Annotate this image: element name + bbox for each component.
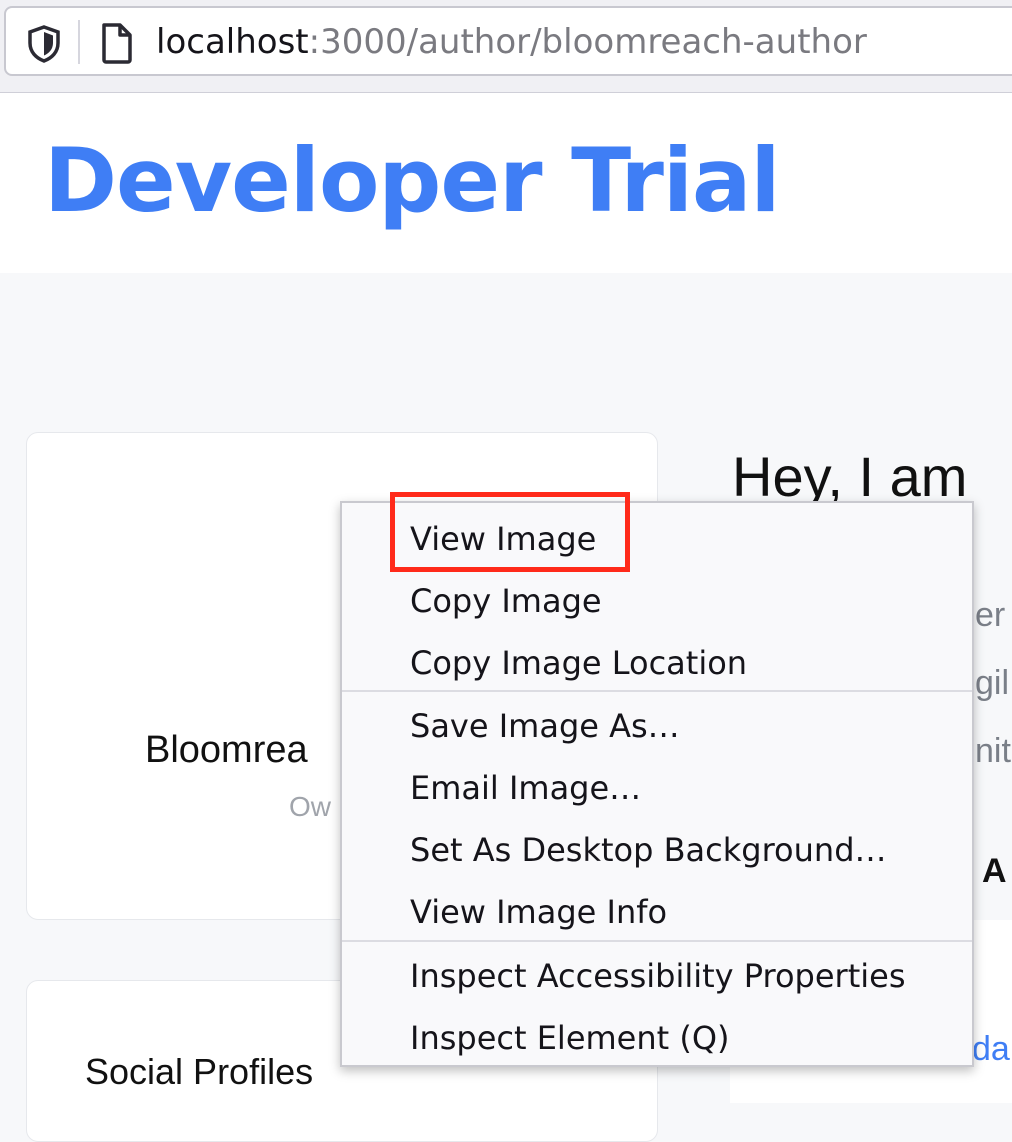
menu-separator: [342, 940, 972, 942]
page-icon[interactable]: [100, 22, 134, 68]
context-menu: View Image Copy Image Copy Image Locatio…: [340, 501, 974, 1067]
browser-toolbar: localhost:3000/author/bloomreach-author: [0, 0, 1012, 93]
bio-text-fragment: nit: [975, 732, 1011, 770]
site-header: Developer Trial: [0, 93, 1012, 273]
highlight-box: [390, 492, 630, 572]
menu-item-view-image-info[interactable]: View Image Info: [410, 884, 667, 940]
author-name: Bloomrea: [145, 729, 308, 771]
brand-logo-text[interactable]: Developer Trial: [44, 131, 781, 231]
author-greeting: Hey, I am: [732, 445, 968, 508]
menu-item-inspect-accessibility[interactable]: Inspect Accessibility Properties: [410, 948, 906, 1004]
shield-icon[interactable]: [26, 24, 62, 68]
url-bar-separator: [78, 20, 80, 64]
menu-item-set-desktop-background[interactable]: Set As Desktop Background…: [410, 822, 887, 878]
menu-separator: [342, 690, 972, 692]
url-text[interactable]: localhost:3000/author/bloomreach-author: [156, 20, 867, 64]
section-heading-fragment: A: [982, 852, 1007, 890]
author-role: Ow: [289, 791, 331, 822]
social-profiles-title: Social Profiles: [85, 1051, 314, 1092]
article-link-fragment[interactable]: da: [972, 1030, 1010, 1069]
url-host: localhost: [156, 22, 309, 62]
menu-item-email-image[interactable]: Email Image…: [410, 760, 641, 816]
menu-item-copy-image-location[interactable]: Copy Image Location: [410, 635, 747, 691]
menu-item-inspect-element[interactable]: Inspect Element (Q): [410, 1010, 730, 1066]
bio-text-fragment: gil: [975, 664, 1010, 702]
menu-item-copy-image[interactable]: Copy Image: [410, 573, 602, 629]
url-bar[interactable]: localhost:3000/author/bloomreach-author: [4, 6, 1012, 76]
url-path: :3000/author/bloomreach-author: [308, 22, 867, 62]
menu-item-save-image-as[interactable]: Save Image As…: [410, 698, 680, 754]
bio-text-fragment: er: [975, 596, 1006, 634]
